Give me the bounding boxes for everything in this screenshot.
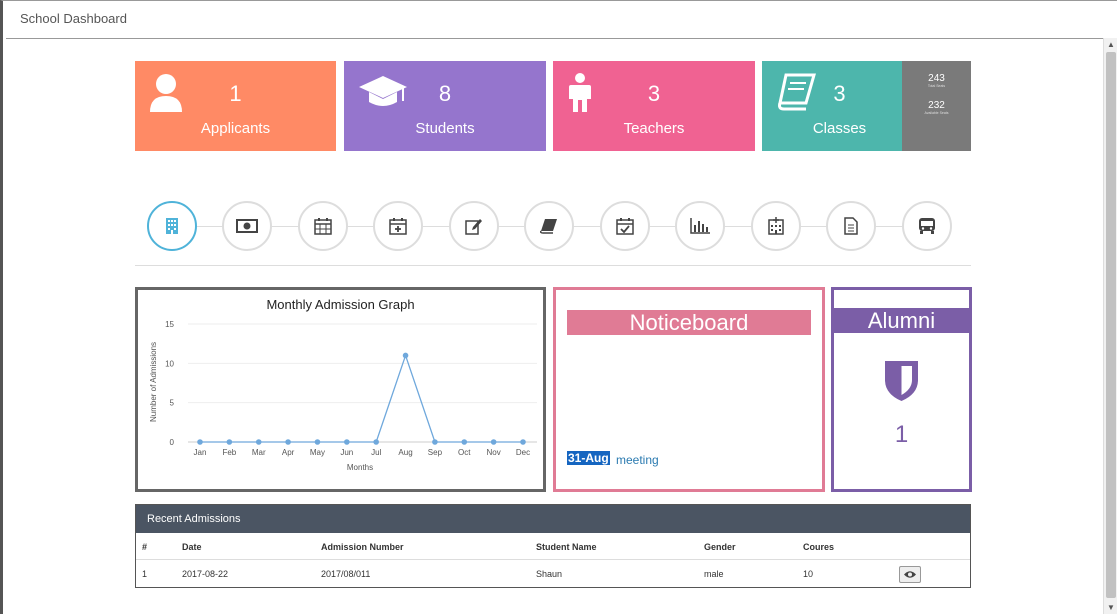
alumni-count: 1 — [894, 421, 909, 448]
chart-data-point — [520, 439, 526, 445]
row-course: 10 — [803, 569, 814, 579]
row-date: 2017-08-22 — [182, 569, 229, 579]
row-admission-number: 2017/08/011 — [321, 569, 371, 579]
scroll-thumb[interactable] — [1106, 52, 1116, 598]
column-header: # — [142, 542, 148, 552]
teachers-card[interactable]: 3 Teachers — [553, 61, 755, 151]
column-header: Admission Number — [321, 542, 404, 552]
chart-ylabel: Number of Admissions — [149, 342, 158, 422]
chart-data-point — [402, 352, 409, 359]
total-seats-label: Total Seats — [927, 84, 946, 88]
admission-graph-panel: Monthly Admission Graph 0 5 10 15 Jan Feb Mar… — [135, 287, 546, 492]
noticeboard-panel: Noticeboard 31-Aug meeting — [553, 287, 825, 492]
chart-data-point — [226, 439, 233, 445]
calendar-icon[interactable] — [298, 201, 348, 251]
applicants-label: Applicants — [200, 120, 271, 137]
quick-nav — [147, 201, 952, 253]
chart-y-tick-label: 15 — [165, 320, 174, 329]
chart-x-tick-label: Oct — [458, 448, 471, 457]
row-index: 1 — [142, 569, 148, 579]
seats-panel: 243 Total Seats 232 Available Seats — [902, 61, 971, 151]
chart-x-tick-label: Sep — [428, 448, 443, 457]
hospital-icon[interactable] — [751, 201, 801, 251]
scroll-down-icon[interactable]: ▼ — [1107, 603, 1115, 612]
recent-admissions-panel: Recent Admissions # Date Admission Numbe… — [135, 504, 971, 588]
available-seats-value: 232 — [928, 100, 945, 111]
recent-admissions-title: Recent Admissions — [136, 505, 970, 533]
chart-data-point — [255, 439, 262, 445]
view-button[interactable] — [899, 566, 921, 583]
chart-data-point — [461, 439, 468, 445]
students-count: 8 — [438, 81, 452, 106]
table-header-row: # Date Admission Number Student Name Gen… — [136, 533, 970, 560]
column-header: Student Name — [536, 542, 597, 552]
document-icon[interactable] — [826, 201, 876, 251]
chart-x-tick-label: Feb — [222, 448, 236, 457]
column-header: Coures — [803, 542, 835, 552]
column-header: Date — [182, 542, 202, 552]
chart-x-tick-label: Mar — [252, 448, 266, 457]
title-bar: School Dashboard — [6, 2, 1117, 39]
alumni-panel: Alumni 1 — [831, 287, 972, 492]
chart-x-tick-label: Aug — [398, 448, 412, 457]
chart-xlabel: Months — [347, 463, 373, 472]
chart-data-point — [197, 439, 203, 445]
chart-x-tick-label: Jul — [371, 448, 381, 457]
chart-x-tick-label: Jan — [194, 448, 207, 457]
students-card[interactable]: 8 Students — [344, 61, 546, 151]
window-title: School Dashboard — [20, 11, 127, 26]
section-divider — [135, 265, 971, 266]
edit-icon[interactable] — [449, 201, 499, 251]
chart-y-tick-label: 0 — [170, 438, 175, 447]
column-header: Gender — [704, 542, 736, 552]
bar-chart-icon[interactable] — [675, 201, 725, 251]
building-icon[interactable] — [147, 201, 197, 251]
chart-y-tick-label: 5 — [170, 399, 175, 408]
chart-x-tick-label: Jun — [340, 448, 353, 457]
teachers-count: 3 — [647, 81, 661, 106]
chart-data-point — [373, 439, 379, 445]
chart-data-point — [432, 439, 438, 445]
chart-data-point — [490, 439, 497, 445]
admission-line-chart: 0 5 10 15 Jan Feb Mar Apr May Jun Jul Aug Sep Oct Nov… — [149, 320, 537, 472]
vertical-scrollbar[interactable]: ▲ ▼ — [1103, 38, 1117, 614]
eye-icon — [904, 571, 916, 578]
noticeboard-title: Noticeboard — [567, 310, 811, 335]
classes-card[interactable]: 3 Classes 243 Total Seats 232 Available … — [762, 61, 971, 151]
bus-icon[interactable] — [902, 201, 952, 251]
admission-series-line — [200, 353, 523, 443]
shield-icon — [885, 361, 918, 401]
chart-data-point — [344, 439, 350, 445]
money-icon[interactable] — [222, 201, 272, 251]
chart-x-tick-label: Nov — [487, 448, 501, 457]
applicants-card[interactable]: 1 Applicants — [135, 61, 336, 151]
scroll-up-icon[interactable]: ▲ — [1107, 40, 1115, 49]
table-row: 1 2017-08-22 2017/08/011 Shaun male 10 — [136, 560, 970, 587]
available-seats-label: Available Seats — [924, 111, 949, 115]
calendar-check-icon[interactable] — [600, 201, 650, 251]
chart-data-point — [314, 439, 321, 445]
notice-date: 31-Aug — [567, 451, 610, 465]
applicants-count: 1 — [229, 81, 242, 106]
chart-x-tick-label: May — [310, 448, 325, 457]
book-icon[interactable] — [524, 201, 574, 251]
classes-label: Classes — [812, 120, 867, 137]
row-student-name: Shaun — [536, 569, 563, 579]
alumni-title: Alumni — [834, 308, 969, 333]
notice-link[interactable]: meeting — [616, 453, 659, 467]
calendar-plus-icon[interactable] — [373, 201, 423, 251]
row-gender: male — [704, 569, 724, 579]
chart-y-tick-label: 10 — [165, 359, 174, 368]
total-seats-value: 243 — [928, 73, 945, 84]
teachers-label: Teachers — [623, 120, 685, 137]
students-label: Students — [415, 120, 475, 137]
chart-x-tick-label: Dec — [516, 448, 530, 457]
classes-count: 3 — [833, 81, 846, 106]
chart-data-point — [285, 439, 291, 445]
chart-x-tick-label: Apr — [282, 448, 295, 457]
